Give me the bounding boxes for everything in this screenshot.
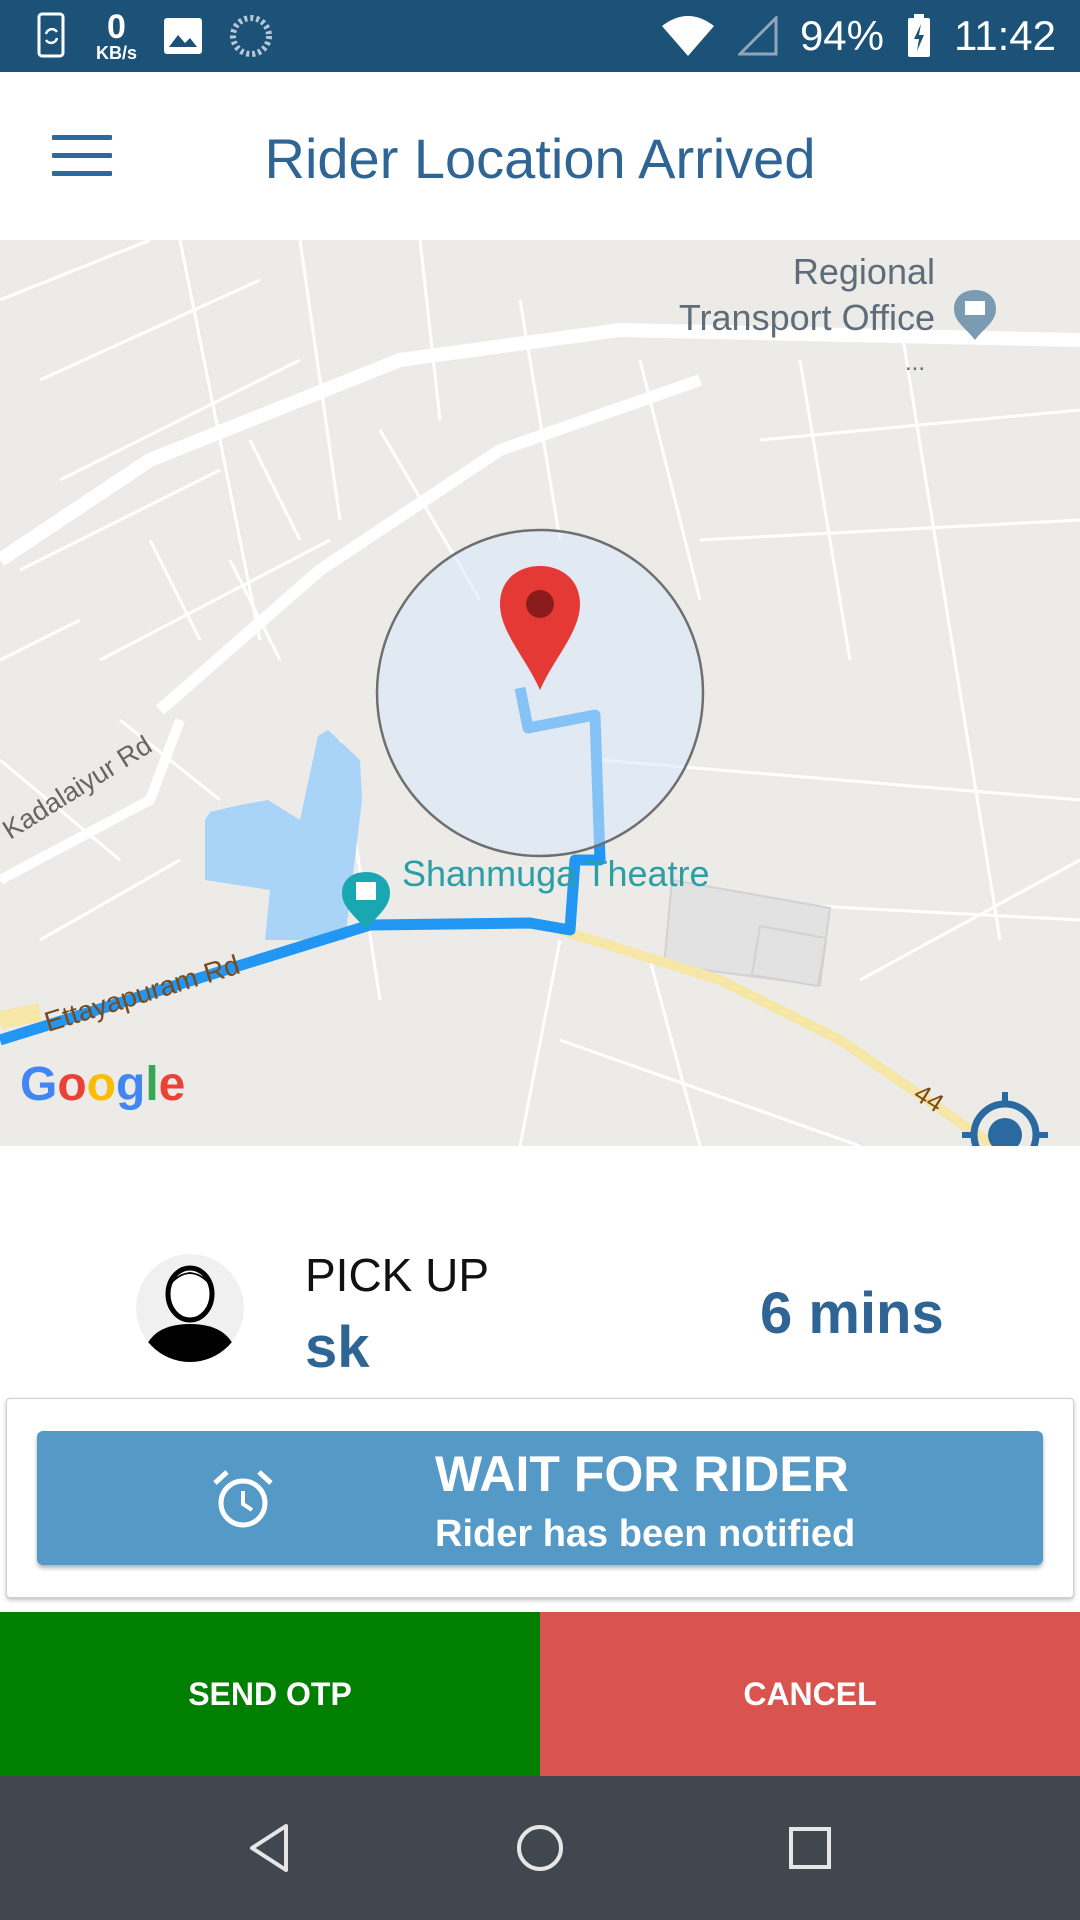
wait-for-rider-button[interactable]: WAIT FOR RIDER Rider has been notified bbox=[37, 1431, 1043, 1565]
google-attribution: Google bbox=[20, 1058, 185, 1111]
map-label-ettayapuram: Ettayapuram Rd bbox=[41, 949, 244, 1038]
send-otp-button[interactable]: SEND OTP bbox=[0, 1612, 540, 1776]
net-speed-unit: KB/s bbox=[96, 43, 138, 63]
image-icon bbox=[164, 18, 203, 54]
rider-name: sk bbox=[305, 1315, 370, 1380]
recents-icon[interactable] bbox=[782, 1820, 838, 1876]
wifi-icon bbox=[661, 16, 714, 56]
map-view[interactable]: Regional Transport Office ... Kadalaiyur… bbox=[0, 240, 1080, 1146]
alarm-clock-icon bbox=[213, 1470, 273, 1528]
map-label-rto-line2: Transport Office bbox=[679, 297, 935, 338]
battery-percentage: 94% bbox=[799, 12, 884, 59]
map-label-rto: Regional bbox=[793, 251, 935, 292]
user-avatar-icon bbox=[136, 1254, 244, 1362]
status-bar-left: 0 KB/s bbox=[36, 10, 273, 62]
map-label-kadalaiyur: Kadalaiyur Rd bbox=[0, 730, 157, 845]
status-bar: 0 KB/s 94% 11:42 bbox=[0, 0, 1080, 72]
cancel-button[interactable]: CANCEL bbox=[540, 1612, 1080, 1776]
wait-card: WAIT FOR RIDER Rider has been notified bbox=[6, 1398, 1074, 1598]
pickup-label: PICK UP bbox=[305, 1249, 490, 1301]
eta-text: 6 mins bbox=[760, 1281, 944, 1346]
app-toolbar: Rider Location Arrived bbox=[0, 72, 1080, 240]
status-bar-right: 94% 11:42 bbox=[660, 10, 1056, 62]
map-label-rto-more: ... bbox=[905, 349, 925, 376]
page-title: Rider Location Arrived bbox=[264, 127, 816, 190]
water-body bbox=[205, 730, 362, 940]
clock-time: 11:42 bbox=[954, 12, 1056, 59]
action-buttons: SEND OTP CANCEL bbox=[0, 1612, 1080, 1776]
network-speed: 0 KB/s bbox=[96, 10, 137, 62]
signal-icon bbox=[737, 16, 778, 56]
wait-title: WAIT FOR RIDER bbox=[435, 1446, 849, 1502]
pickup-info: PICK UP sk 6 mins bbox=[0, 1146, 1080, 1396]
map-label-theatre: Shanmuga Theatre bbox=[402, 853, 710, 894]
loading-icon bbox=[230, 15, 273, 57]
phone-sync-icon bbox=[37, 12, 65, 58]
battery-charging-icon bbox=[908, 14, 930, 57]
map-canvas[interactable]: Regional Transport Office ... Kadalaiyur… bbox=[0, 240, 1080, 1146]
net-speed-value: 0 bbox=[107, 8, 126, 46]
wait-subtitle: Rider has been notified bbox=[435, 1513, 856, 1555]
back-icon[interactable] bbox=[242, 1820, 298, 1876]
system-nav-bar bbox=[0, 1776, 1080, 1920]
home-icon[interactable] bbox=[512, 1820, 568, 1876]
